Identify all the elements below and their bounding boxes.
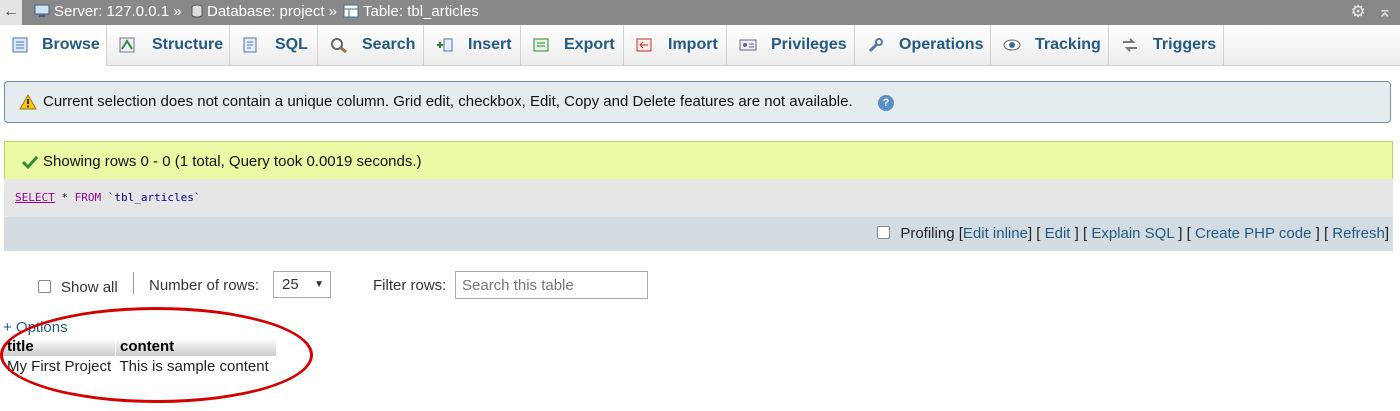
show-all-checkbox[interactable] (38, 280, 51, 293)
profiling-label: Profiling (900, 225, 955, 242)
sql-keyword-select[interactable]: SELECT (15, 191, 55, 204)
breadcrumb-separator: » (328, 3, 337, 20)
collapse-icon[interactable]: ⌅ (1378, 2, 1392, 21)
number-of-rows-select[interactable]: 25 ▼ (273, 271, 331, 298)
search-icon (331, 38, 347, 53)
tab-bar: Browse Structure SQL Search Insert Expor… (0, 25, 1400, 66)
tab-insert[interactable]: Insert (424, 25, 521, 65)
back-arrow-icon[interactable]: ← (0, 0, 22, 25)
checkmark-icon (21, 155, 39, 170)
number-of-rows-label: Number of rows: (149, 277, 260, 294)
privileges-icon (739, 39, 757, 51)
tab-label: Insert (468, 36, 512, 53)
success-message: Showing rows 0 - 0 (1 total, Query took … (4, 141, 1393, 179)
tab-browse[interactable]: Browse (0, 25, 107, 66)
sql-query-box[interactable]: SELECT * FROM `tbl_articles` (4, 179, 1393, 217)
tab-tracking[interactable]: Tracking (991, 25, 1109, 65)
sql-keyword-from: FROM (74, 191, 102, 204)
navigation-row: Show all Number of rows: 25 ▼ Filter row… (0, 268, 700, 302)
breadcrumb-separator: » (173, 3, 182, 20)
edit-link[interactable]: Edit (1045, 225, 1071, 242)
refresh-link[interactable]: Refresh (1332, 225, 1385, 242)
tab-label: Operations (899, 36, 984, 53)
browse-icon (12, 37, 28, 53)
sql-icon (243, 37, 257, 53)
insert-icon (437, 38, 453, 52)
help-icon[interactable]: ? (878, 95, 894, 111)
show-all-control[interactable]: Show all (38, 279, 118, 296)
tab-label: Search (362, 36, 416, 53)
warning-icon (19, 94, 37, 110)
triggers-icon (1123, 38, 1137, 52)
table-icon (343, 4, 359, 18)
sql-star: * (54, 191, 75, 204)
breadcrumb-server[interactable]: Server: 127.0.0.1» (34, 3, 181, 21)
tab-label: Browse (42, 36, 100, 53)
column-header-title[interactable]: title (3, 338, 116, 356)
notice-box: Current selection does not contain a uni… (4, 81, 1391, 123)
table-header-row: title content (3, 338, 276, 356)
tab-label: SQL (275, 36, 308, 53)
profiling-checkbox[interactable] (877, 226, 891, 239)
tab-triggers[interactable]: Triggers (1109, 25, 1224, 65)
breadcrumb-table-label[interactable]: Table: tbl_articles (363, 3, 479, 20)
tab-structure[interactable]: Structure (107, 25, 230, 65)
sql-query: SELECT * FROM `tbl_articles` (15, 179, 200, 217)
tab-label: Structure (152, 36, 224, 53)
show-all-label: Show all (61, 279, 118, 296)
explain-sql-link[interactable]: Explain SQL (1091, 225, 1174, 242)
import-icon (636, 38, 652, 52)
breadcrumb-server-label[interactable]: Server: 127.0.0.1 (54, 3, 169, 20)
table-cell: My First Project (7, 358, 112, 375)
breadcrumb-table[interactable]: Table: tbl_articles (343, 3, 479, 21)
settings-gear-icon[interactable]: ⚙ (1351, 2, 1366, 21)
result-table: title content My First Project This is s… (3, 338, 276, 378)
divider (133, 272, 134, 294)
tab-privileges[interactable]: Privileges (727, 25, 855, 65)
number-of-rows-value: 25 (282, 276, 299, 293)
eye-icon (1003, 39, 1021, 51)
filter-rows-label: Filter rows: (373, 277, 447, 294)
server-icon (34, 4, 50, 17)
database-icon (191, 4, 203, 18)
create-php-code-link[interactable]: Create PHP code (1195, 225, 1311, 242)
sql-table-name: `tbl_articles` (101, 191, 201, 204)
tab-import[interactable]: Import (624, 25, 727, 65)
structure-icon (119, 37, 135, 53)
column-header-content[interactable]: content (115, 338, 276, 356)
tab-search[interactable]: Search (318, 25, 424, 65)
tab-label: Triggers (1153, 36, 1217, 53)
notice-text: Current selection does not contain a uni… (43, 93, 853, 110)
tab-sql[interactable]: SQL (230, 25, 318, 65)
export-icon (533, 38, 549, 52)
table-cell: This is sample content (119, 358, 269, 375)
wrench-icon (868, 38, 883, 53)
breadcrumb-database[interactable]: Database: project» (191, 3, 337, 21)
tab-export[interactable]: Export (521, 25, 624, 65)
breadcrumb-bar: ← Server: 127.0.0.1» Database: project» … (0, 0, 1400, 25)
tab-label: Export (564, 36, 615, 53)
tab-label: Tracking (1035, 36, 1101, 53)
options-link[interactable]: + Options (3, 319, 68, 336)
table-row: My First Project This is sample content (3, 356, 276, 378)
edit-inline-link[interactable]: Edit inline (963, 225, 1028, 242)
success-text: Showing rows 0 - 0 (1 total, Query took … (43, 153, 422, 170)
query-tools-bar: Profiling [Edit inline] [ Edit ] [ Expla… (4, 217, 1393, 251)
tab-label: Import (668, 36, 718, 53)
breadcrumb-database-label[interactable]: Database: project (207, 3, 325, 20)
dropdown-arrow-icon: ▼ (314, 279, 324, 290)
filter-rows-input[interactable] (455, 271, 648, 299)
tab-operations[interactable]: Operations (855, 25, 991, 65)
tab-label: Privileges (771, 36, 847, 53)
